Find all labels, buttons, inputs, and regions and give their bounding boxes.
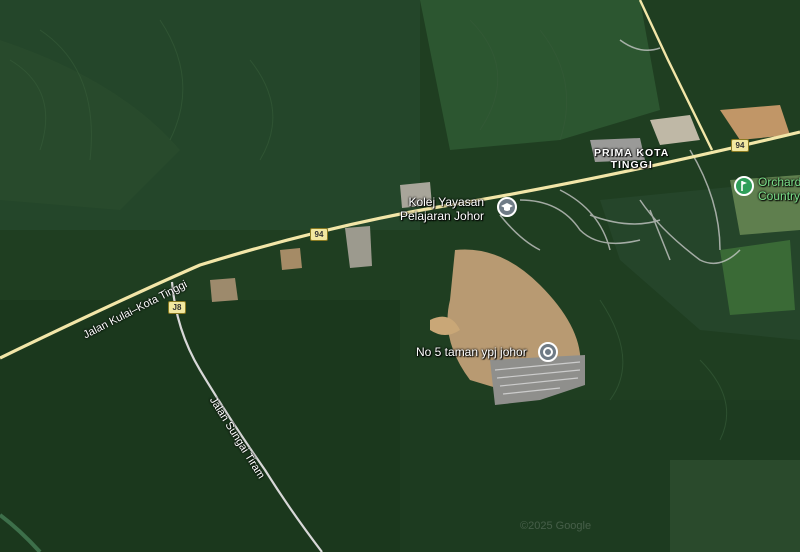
- place-label-no5-taman-ypj[interactable]: No 5 taman ypj johor: [416, 345, 527, 359]
- location-pin-icon[interactable]: [538, 342, 558, 362]
- satellite-imagery: [0, 0, 800, 552]
- route-94-shield: 94: [731, 139, 749, 152]
- map-watermark: ©2025 Google: [520, 520, 592, 532]
- golf-flag-icon: [741, 181, 747, 191]
- satellite-map[interactable]: Jalan Kulai–Kota Tinggi Jalan Sungai Tir…: [0, 0, 800, 552]
- pin-dot-icon: [543, 347, 553, 357]
- place-label-prima-kota-tinggi[interactable]: PRIMA KOTA TINGGI: [594, 147, 669, 171]
- route-j8-shield: J8: [168, 301, 186, 314]
- place-label-orchard-country[interactable]: Orchard Country: [758, 175, 800, 203]
- place-label-kolej[interactable]: Kolej Yayasan Pelajaran Johor: [400, 195, 484, 223]
- golf-pin-icon[interactable]: [734, 176, 754, 196]
- graduation-cap-icon: [501, 203, 513, 211]
- school-pin-icon[interactable]: [497, 197, 517, 217]
- route-94-shield: 94: [310, 228, 328, 241]
